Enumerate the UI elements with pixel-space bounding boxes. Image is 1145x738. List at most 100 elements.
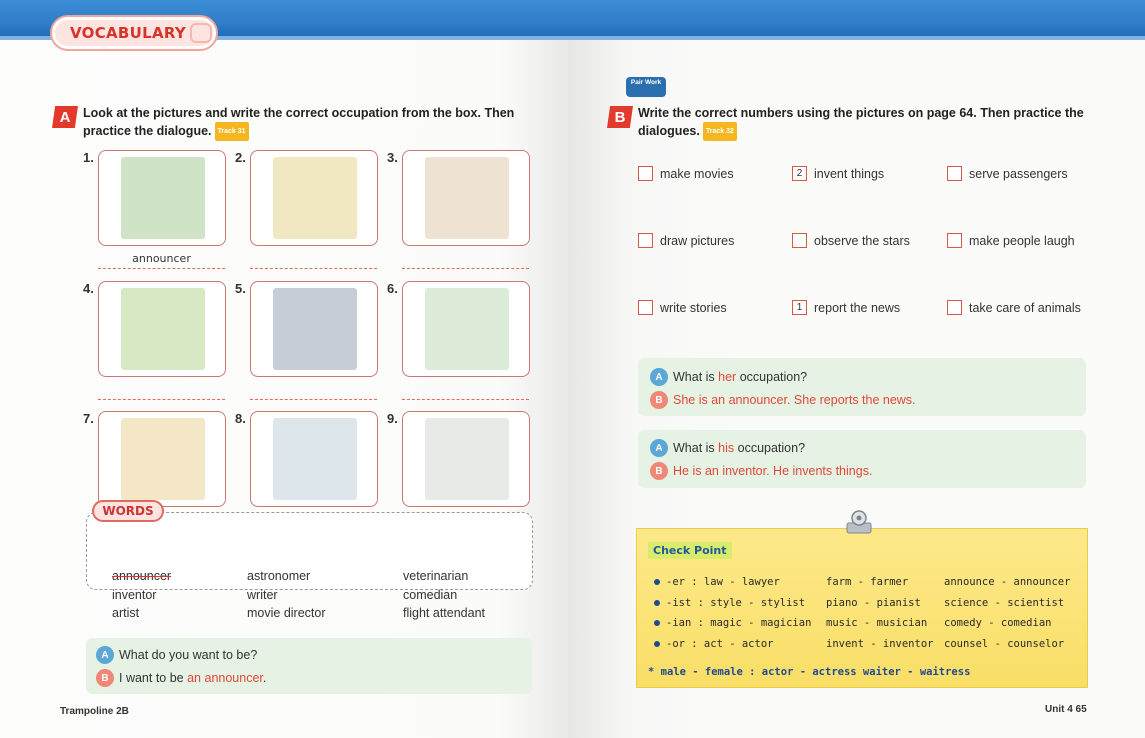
checklist-item: write stories xyxy=(638,300,727,315)
checklist-item-label: write stories xyxy=(660,300,727,315)
section-a-instruction-line1: Look at the pictures and write the corre… xyxy=(83,106,515,120)
bullet-icon xyxy=(654,620,660,626)
checklist-item: 1 report the news xyxy=(792,300,900,315)
speaker-b-icon: B xyxy=(650,391,668,409)
dialogue-b1-question: A What is her occupation? xyxy=(650,368,807,386)
checklist-item-label: take care of animals xyxy=(969,300,1081,315)
check-point-example: comedy - comedian xyxy=(944,617,1052,629)
number-input-box[interactable]: 1 xyxy=(792,300,807,315)
footer-left: Trampoline 2B xyxy=(60,706,129,717)
track-31-button[interactable]: Track 31 xyxy=(214,122,249,141)
bullet-icon xyxy=(654,579,660,585)
picture-card xyxy=(402,411,530,507)
word-announcer: announcer xyxy=(112,569,172,583)
checklist-item-label: invent things xyxy=(814,166,885,181)
number-input-box[interactable] xyxy=(947,233,962,248)
check-point-example: announce - announcer xyxy=(944,576,1071,588)
card-number: 1. xyxy=(83,150,94,165)
occupation-illustration xyxy=(121,157,205,239)
card-number: 9. xyxy=(387,411,398,426)
card-number: 8. xyxy=(235,411,246,426)
speaker-a-icon: A xyxy=(96,646,114,664)
check-point-example: counsel - counselor xyxy=(944,637,1065,650)
vocabulary-deco-icon xyxy=(190,23,212,43)
answer-field[interactable]: announcer xyxy=(98,252,225,265)
card-number: 3. xyxy=(387,150,398,165)
section-a-badge: A xyxy=(52,106,78,128)
dialogue-b2-question: A What is his occupation? xyxy=(650,439,805,457)
speaker-a-icon: A xyxy=(650,368,668,386)
picture-card xyxy=(250,150,378,246)
word-veterinarian: veterinarian xyxy=(403,569,469,583)
number-input-box[interactable] xyxy=(792,233,807,248)
number-input-box[interactable] xyxy=(638,166,653,181)
check-point-suffix-text: -or : act - actor xyxy=(666,637,774,650)
card-number: 5. xyxy=(235,281,246,296)
answer-line xyxy=(402,268,529,269)
checklist-item-label: make people laugh xyxy=(969,233,1075,248)
section-b-instruction-line2: dialogues. Track 32 xyxy=(638,122,1098,141)
picture-card xyxy=(250,281,378,377)
occupation-illustration xyxy=(273,288,357,370)
track-32-button[interactable]: Track 32 xyxy=(702,122,737,141)
card-number: 2. xyxy=(235,150,246,165)
word-artist: artist xyxy=(112,606,140,620)
checklist-item-label: serve passengers xyxy=(969,166,1068,181)
dialogue-b1-answer: B She is an announcer. She reports the n… xyxy=(650,391,916,409)
footer-right: Unit 4 65 xyxy=(1045,704,1087,715)
number-input-box[interactable] xyxy=(638,233,653,248)
dialogue-a-question-text: What do you want to be? xyxy=(119,648,258,662)
check-point-title: Check Point xyxy=(648,542,732,559)
checklist-item: make movies xyxy=(638,166,734,181)
word-flight-attendant: flight attendant xyxy=(403,606,486,620)
word-writer: writer xyxy=(247,588,278,602)
words-tag-label: WORDS xyxy=(102,504,154,518)
checklist-item-label: report the news xyxy=(814,300,901,315)
number-input-box[interactable]: 2 xyxy=(792,166,807,181)
checklist-item: take care of animals xyxy=(947,300,1081,315)
occupation-illustration xyxy=(121,418,205,500)
words-tag: WORDS xyxy=(92,500,164,522)
check-point-example: farm - farmer xyxy=(826,576,909,588)
checklist-item-label: make movies xyxy=(660,166,734,181)
answer-line xyxy=(98,268,225,269)
section-b-instruction-line1: Write the correct numbers using the pict… xyxy=(638,106,1084,120)
word-inventor: inventor xyxy=(112,588,157,602)
vocabulary-title: VOCABULARY xyxy=(70,24,187,42)
section-b-badge: B xyxy=(607,106,633,128)
check-point-suffix-text: -ian : magic - magician xyxy=(666,617,812,629)
bullet-icon xyxy=(654,640,660,647)
occupation-illustration xyxy=(425,418,509,500)
check-point-example: science - scientist xyxy=(944,596,1065,609)
dialogue-b2-answer-text: He is an inventor. He invents things. xyxy=(673,464,873,478)
answer-line xyxy=(402,399,529,400)
speaker-b-icon: B xyxy=(650,462,668,480)
word-movie-director: movie director xyxy=(247,606,326,620)
number-input-box[interactable] xyxy=(638,300,653,315)
picture-card xyxy=(402,150,530,246)
check-point-suffix-text: -er : law - lawyer xyxy=(666,576,780,588)
picture-card xyxy=(98,411,226,507)
occupation-illustration xyxy=(425,288,509,370)
check-point-suffix: -er : law - lawyer xyxy=(654,576,780,588)
picture-card xyxy=(98,281,226,377)
check-point-example: piano - pianist xyxy=(826,596,921,609)
dialogue-a-question: A What do you want to be? xyxy=(96,646,257,664)
dialogue-b1-answer-text: She is an announcer. She reports the new… xyxy=(673,393,916,407)
dialogue-b2-answer: B He is an inventor. He invents things. xyxy=(650,462,872,480)
check-point-example: invent - inventor xyxy=(826,637,934,650)
number-input-box[interactable] xyxy=(947,166,962,181)
answer-line xyxy=(250,399,377,400)
speaker-b-icon: B xyxy=(96,669,114,687)
word-astronomer: astronomer xyxy=(247,569,311,583)
check-point-suffix: -ian : magic - magician xyxy=(654,617,811,629)
checklist-item: serve passengers xyxy=(947,166,1068,181)
check-point-suffix: -or : act - actor xyxy=(654,638,773,650)
number-input-box[interactable] xyxy=(947,300,962,315)
picture-card xyxy=(250,411,378,507)
pair-work-badge: Pair Work xyxy=(626,77,666,97)
vocabulary-title-pill: VOCABULARY xyxy=(50,15,218,51)
picture-card xyxy=(402,281,530,377)
dialogue-a-answer: B I want to be an announcer. xyxy=(96,669,266,687)
card-number: 6. xyxy=(387,281,398,296)
